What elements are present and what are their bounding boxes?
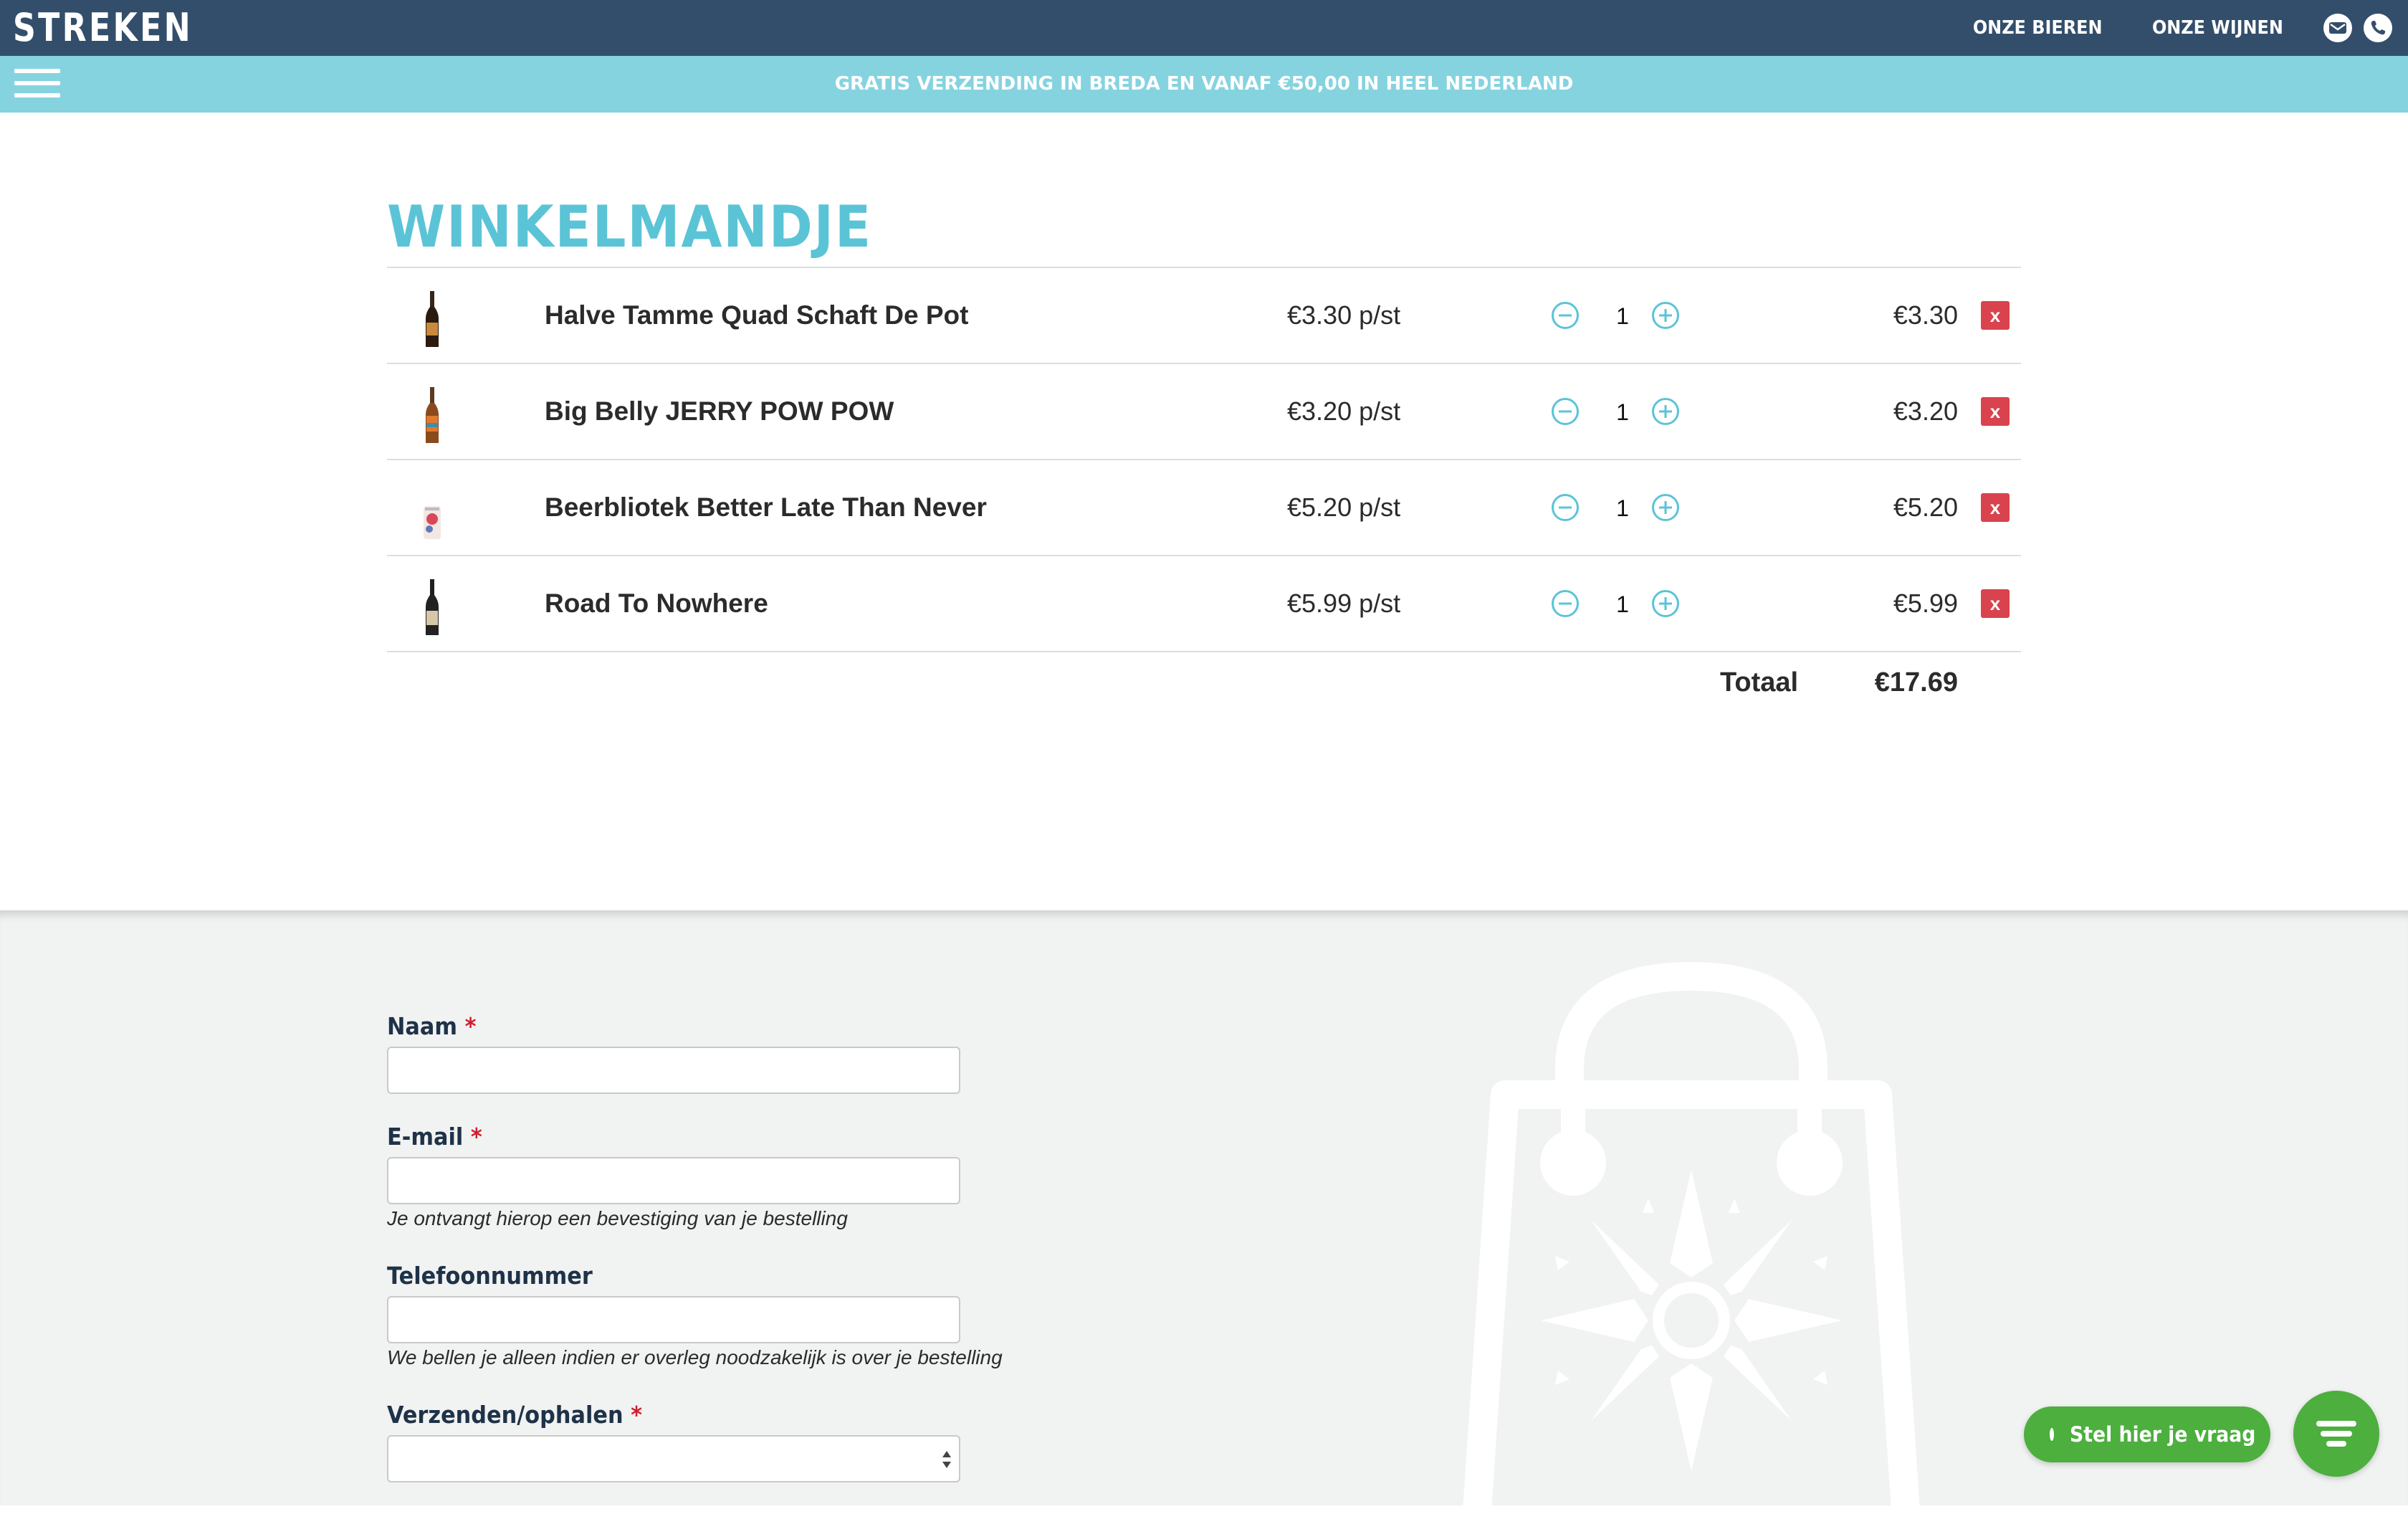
beer-bottle-image bbox=[426, 291, 439, 347]
verzenden-label: Verzenden/ophalen * bbox=[387, 1401, 643, 1429]
line-total: €5.20 bbox=[1893, 492, 1958, 522]
chat-prompt-label: Stel hier je vraag bbox=[2070, 1422, 2256, 1447]
plus-icon[interactable] bbox=[1651, 589, 1680, 618]
cart-row: Beerbliotek Better Late Than Never €5.20… bbox=[387, 460, 2021, 556]
required-asterisk: * bbox=[464, 1012, 477, 1040]
cart-section: WINKELMANDJE Halve Tamme Quad Schaft De … bbox=[387, 113, 2021, 698]
plus-icon[interactable] bbox=[1651, 301, 1680, 330]
unit-price: €5.20 p/st bbox=[1287, 492, 1401, 522]
phone-icon[interactable] bbox=[2364, 14, 2392, 42]
quantity-value: 1 bbox=[1616, 399, 1629, 425]
product-name[interactable]: Halve Tamme Quad Schaft De Pot bbox=[545, 268, 968, 363]
email-field: E-mail * Je ontvangt hierop een bevestig… bbox=[387, 1121, 960, 1230]
email-help-text: Je ontvangt hierop een bevestiging van j… bbox=[387, 1207, 848, 1229]
required-asterisk: * bbox=[470, 1123, 482, 1151]
email-input[interactable] bbox=[387, 1157, 960, 1204]
telefoon-label: Telefoonnummer bbox=[387, 1262, 593, 1290]
plus-icon[interactable] bbox=[1651, 493, 1680, 522]
required-asterisk: * bbox=[631, 1401, 643, 1429]
verzenden-select[interactable] bbox=[387, 1435, 960, 1482]
naam-field: Naam * bbox=[387, 1011, 960, 1094]
telefoon-input[interactable] bbox=[387, 1296, 960, 1343]
line-total: €3.30 bbox=[1893, 300, 1958, 330]
minus-icon[interactable] bbox=[1551, 589, 1580, 618]
email-label: E-mail * bbox=[387, 1123, 482, 1151]
total-row: Totaal €17.69 bbox=[387, 652, 2021, 713]
minus-icon[interactable] bbox=[1551, 493, 1580, 522]
naam-label: Naam * bbox=[387, 1012, 477, 1040]
unit-price: €3.30 p/st bbox=[1287, 300, 1401, 330]
hamburger-icon[interactable] bbox=[14, 69, 60, 100]
remove-item-button[interactable]: x bbox=[1981, 301, 2010, 330]
quantity-value: 1 bbox=[1616, 495, 1629, 521]
shipping-banner-text: GRATIS VERZENDING IN BREDA EN VANAF €50,… bbox=[834, 73, 1574, 95]
shipping-banner: GRATIS VERZENDING IN BREDA EN VANAF €50,… bbox=[0, 56, 2408, 113]
line-total: €5.99 bbox=[1893, 589, 1958, 618]
select-arrows-icon bbox=[942, 1451, 951, 1468]
chat-launcher-button[interactable] bbox=[2293, 1391, 2379, 1477]
product-name[interactable]: Beerbliotek Better Late Than Never bbox=[545, 460, 987, 555]
telefoon-field: Telefoonnummer We bellen je alleen indie… bbox=[387, 1260, 1003, 1369]
quantity-value: 1 bbox=[1616, 303, 1629, 329]
cart-table: Halve Tamme Quad Schaft De Pot €3.30 p/s… bbox=[387, 267, 2021, 713]
cart-row: Halve Tamme Quad Schaft De Pot €3.30 p/s… bbox=[387, 268, 2021, 364]
minus-icon[interactable] bbox=[1551, 397, 1580, 426]
total-label: Totaal bbox=[1720, 667, 1799, 698]
beer-bottle-image bbox=[426, 387, 439, 443]
cart-row: Big Belly JERRY POW POW €3.20 p/st 1 €3.… bbox=[387, 364, 2021, 460]
total-value: €17.69 bbox=[1874, 667, 1958, 698]
beer-bottle-image bbox=[426, 579, 439, 635]
top-nav: ONZE BIEREN ONZE WIJNEN bbox=[1929, 0, 2392, 56]
verzenden-field: Verzenden/ophalen * bbox=[387, 1399, 960, 1482]
nav-onze-bieren[interactable]: ONZE BIEREN bbox=[1973, 17, 2103, 39]
plus-icon[interactable] bbox=[1651, 397, 1680, 426]
chat-status-icon bbox=[2050, 1428, 2054, 1441]
unit-price: €3.20 p/st bbox=[1287, 396, 1401, 426]
mail-icon[interactable] bbox=[2323, 14, 2352, 42]
cart-row: Road To Nowhere €5.99 p/st 1 €5.99 x bbox=[387, 556, 2021, 652]
remove-item-button[interactable]: x bbox=[1981, 397, 2010, 426]
unit-price: €5.99 p/st bbox=[1287, 589, 1401, 618]
telefoon-help-text: We bellen je alleen indien er overleg no… bbox=[387, 1346, 1003, 1368]
line-total: €3.20 bbox=[1893, 396, 1958, 426]
chat-lines-icon bbox=[2316, 1421, 2356, 1447]
naam-input[interactable] bbox=[387, 1047, 960, 1094]
top-bar: STREKEN ONZE BIEREN ONZE WIJNEN bbox=[0, 0, 2408, 56]
streken-logo[interactable]: STREKEN bbox=[13, 6, 193, 50]
minus-icon[interactable] bbox=[1551, 301, 1580, 330]
remove-item-button[interactable]: x bbox=[1981, 493, 2010, 522]
shopping-bag-icon bbox=[1462, 962, 1921, 1514]
beer-can-image bbox=[424, 506, 441, 539]
nav-onze-wijnen[interactable]: ONZE WIJNEN bbox=[2152, 17, 2283, 39]
remove-item-button[interactable]: x bbox=[1981, 589, 2010, 618]
product-name[interactable]: Big Belly JERRY POW POW bbox=[545, 364, 894, 459]
quantity-value: 1 bbox=[1616, 591, 1629, 617]
page-title: WINKELMANDJE bbox=[387, 194, 873, 260]
product-name[interactable]: Road To Nowhere bbox=[545, 556, 768, 651]
chat-prompt-button[interactable]: Stel hier je vraag bbox=[2024, 1406, 2270, 1462]
